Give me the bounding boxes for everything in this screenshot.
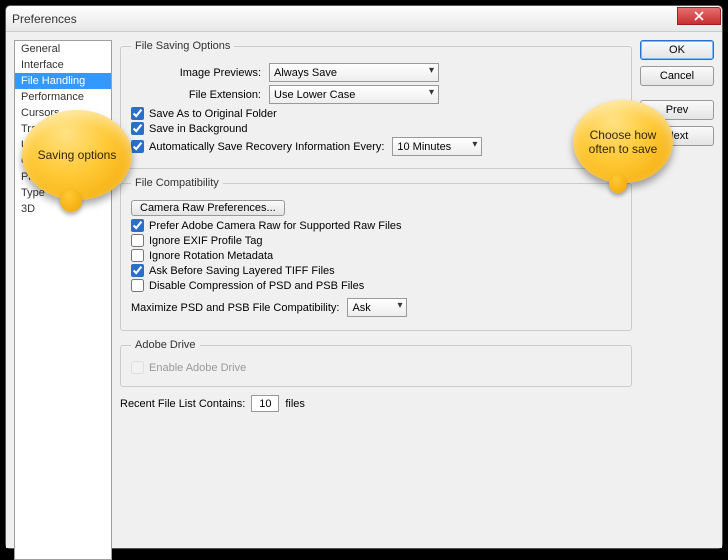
save-as-original-checkbox[interactable] (131, 107, 144, 120)
annotation-saving-options: Saving options (22, 110, 132, 200)
sidebar-item-performance[interactable]: Performance (15, 89, 111, 105)
sidebar-item-interface[interactable]: Interface (15, 57, 111, 73)
file-compatibility-group: File Compatibility Camera Raw Preference… (120, 177, 632, 331)
disable-compression-checkbox[interactable] (131, 279, 144, 292)
annotation-choose-how-often: Choose how often to save (573, 100, 673, 183)
file-saving-options-legend: File Saving Options (131, 40, 234, 52)
image-previews-select[interactable]: Always Save (269, 63, 439, 82)
close-icon (694, 11, 704, 21)
ask-before-tiff-label: Ask Before Saving Layered TIFF Files (149, 265, 335, 277)
maximize-compat-label: Maximize PSD and PSB File Compatibility: (131, 302, 339, 314)
sidebar-item-file-handling[interactable]: File Handling (15, 73, 111, 89)
recent-files-suffix: files (285, 398, 305, 410)
ignore-exif-label: Ignore EXIF Profile Tag (149, 235, 263, 247)
ok-button[interactable]: OK (640, 40, 714, 60)
maximize-compat-select[interactable]: Ask (347, 298, 407, 317)
save-in-background-checkbox[interactable] (131, 122, 144, 135)
titlebar: Preferences (6, 6, 722, 32)
camera-raw-preferences-button[interactable]: Camera Raw Preferences... (131, 200, 285, 216)
ignore-rotation-checkbox[interactable] (131, 249, 144, 262)
ignore-rotation-label: Ignore Rotation Metadata (149, 250, 273, 262)
recent-files-label: Recent File List Contains: (120, 398, 245, 410)
ask-before-tiff-checkbox[interactable] (131, 264, 144, 277)
prefer-acr-label: Prefer Adobe Camera Raw for Supported Ra… (149, 220, 402, 232)
save-in-background-label: Save in Background (149, 123, 247, 135)
adobe-drive-legend: Adobe Drive (131, 339, 200, 351)
enable-adobe-drive-label: Enable Adobe Drive (149, 362, 246, 374)
preferences-window: Preferences General Interface File Handl… (5, 5, 723, 549)
auto-save-label: Automatically Save Recovery Information … (149, 141, 384, 153)
recent-files-input[interactable] (251, 395, 279, 412)
auto-save-checkbox[interactable] (131, 140, 144, 153)
cancel-button[interactable]: Cancel (640, 66, 714, 86)
save-as-original-label: Save As to Original Folder (149, 108, 277, 120)
disable-compression-label: Disable Compression of PSD and PSB Files (149, 280, 364, 292)
file-saving-options-group: File Saving Options Image Previews: Alwa… (120, 40, 632, 169)
window-title: Preferences (12, 12, 716, 26)
ignore-exif-checkbox[interactable] (131, 234, 144, 247)
adobe-drive-group: Adobe Drive Enable Adobe Drive (120, 339, 632, 387)
file-compatibility-legend: File Compatibility (131, 177, 223, 189)
close-button[interactable] (677, 7, 721, 25)
file-extension-select[interactable]: Use Lower Case (269, 85, 439, 104)
prefer-acr-checkbox[interactable] (131, 219, 144, 232)
image-previews-label: Image Previews: (131, 67, 261, 79)
content-panel: File Saving Options Image Previews: Alwa… (120, 40, 632, 540)
sidebar-item-general[interactable]: General (15, 41, 111, 57)
enable-adobe-drive-checkbox (131, 361, 144, 374)
file-extension-label: File Extension: (131, 89, 261, 101)
auto-save-interval-select[interactable]: 10 Minutes (392, 137, 482, 156)
